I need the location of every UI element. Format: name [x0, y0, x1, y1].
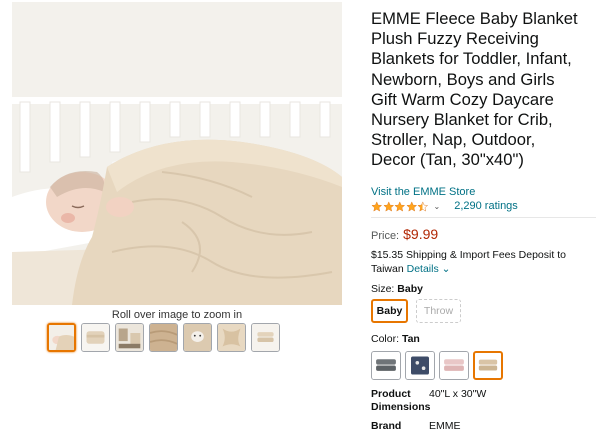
price-value: $9.99 — [403, 226, 439, 242]
size-label-text: Size: — [371, 283, 395, 295]
color-swatch-gray[interactable] — [371, 351, 401, 380]
spec-key-line: Product — [371, 388, 411, 400]
shipping-info: $15.35 Shipping & Import Fees Deposit to… — [371, 248, 596, 276]
chevron-down-icon[interactable]: ⌄ — [434, 202, 441, 211]
color-swatch-pink[interactable] — [439, 351, 469, 380]
spec-key: Product Dimensions — [371, 388, 431, 414]
star-icon — [371, 200, 383, 212]
thumbnail-6[interactable] — [217, 323, 246, 352]
size-options: Baby Throw — [371, 299, 461, 323]
divider — [371, 217, 596, 218]
title-line: Gift Warm Cozy Daycare — [371, 89, 554, 109]
spec-row: Brand EMME — [371, 420, 486, 433]
rating-row: ⌄ 2,290 ratings — [371, 200, 518, 212]
title-line: Plush Fuzzy Receiving — [371, 29, 539, 49]
thumbnail-1[interactable] — [47, 323, 76, 352]
price-label: Price: — [371, 230, 400, 242]
thumbnail-2[interactable] — [81, 323, 110, 352]
thumbnail-3[interactable] — [115, 323, 144, 352]
title-line: Decor (Tan, 30"x40") — [371, 150, 524, 170]
size-selected-value: Baby — [397, 283, 423, 295]
color-label: Color: Tan — [371, 333, 420, 345]
size-option-throw[interactable]: Throw — [416, 299, 461, 323]
spec-key-line: Brand — [371, 420, 402, 432]
thumbnail-strip — [47, 323, 280, 352]
product-specs: Product Dimensions 40"L x 30"W Brand EMM… — [371, 388, 486, 438]
color-label-text: Color: — [371, 333, 400, 345]
spec-value: EMME — [429, 420, 461, 432]
title-line: EMME Fleece Baby Blanket — [371, 9, 578, 28]
title-line: Stroller, Nap, Outdoor, — [371, 130, 536, 150]
spec-key: Brand — [371, 420, 429, 433]
spec-value: 40"L x 30"W — [429, 388, 487, 400]
half-star-icon — [417, 200, 429, 212]
color-selected-value: Tan — [401, 333, 420, 345]
color-options — [371, 351, 503, 380]
star-icon — [405, 200, 417, 212]
color-swatch-navy[interactable] — [405, 351, 435, 380]
color-swatch-tan[interactable] — [473, 351, 503, 380]
thumbnail-7[interactable] — [251, 323, 280, 352]
title-line: Blankets for Toddler, Infant, — [371, 49, 572, 69]
chevron-down-icon[interactable]: ⌄ — [442, 263, 451, 275]
shipping-text: $15.35 Shipping & Import Fees Deposit to… — [371, 249, 566, 275]
thumbnail-4[interactable] — [149, 323, 178, 352]
product-title: EMME Fleece Baby Blanket Plush Fuzzy Rec… — [371, 9, 593, 171]
store-link[interactable]: Visit the EMME Store — [371, 186, 475, 198]
size-option-baby[interactable]: Baby — [371, 299, 408, 323]
star-icon — [382, 200, 394, 212]
main-product-image[interactable] — [12, 2, 342, 305]
thumbnail-5[interactable] — [183, 323, 212, 352]
zoom-hint: Roll over image to zoom in — [111, 309, 243, 321]
price-row: Price: $9.99 — [371, 226, 438, 242]
title-line: Nursery Blanket for Crib, — [371, 110, 553, 130]
spec-row: Product Dimensions 40"L x 30"W — [371, 388, 486, 414]
ratings-count-link[interactable]: 2,290 ratings — [454, 200, 518, 212]
star-rating[interactable] — [371, 200, 429, 212]
spec-key-line: Dimensions — [371, 401, 431, 413]
size-label: Size: Baby — [371, 283, 423, 295]
star-icon — [394, 200, 406, 212]
title-line: Newborn, Boys and Girls — [371, 69, 555, 89]
details-link[interactable]: Details — [407, 263, 439, 275]
